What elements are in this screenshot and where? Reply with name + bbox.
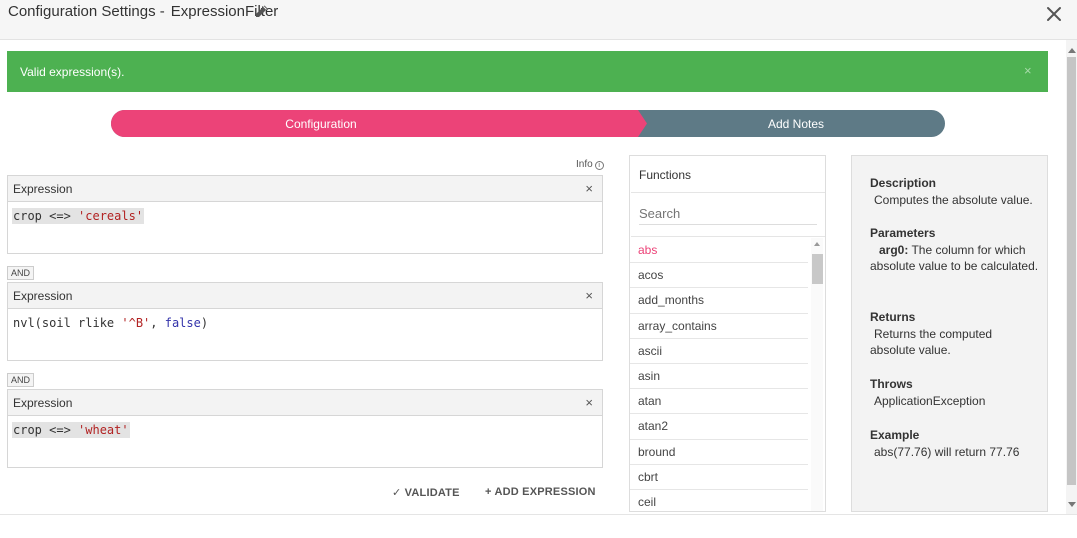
info-label: Info — [576, 159, 593, 170]
expression-code: nvl(soil rlike '^B', false) — [12, 315, 209, 331]
expression-header: Expression × — [8, 283, 602, 309]
scrollbar-thumb[interactable] — [1067, 57, 1076, 485]
throws-text: ApplicationException — [874, 393, 986, 408]
divider — [0, 514, 1077, 515]
parameters-section: Parameters arg0: The column for which ab… — [870, 225, 1040, 275]
step-configuration-label: Configuration — [285, 117, 357, 131]
expression-editor[interactable]: crop <=> 'wheat' — [8, 416, 602, 467]
and-operator[interactable]: AND — [7, 266, 35, 280]
scrollbar-thumb[interactable] — [812, 254, 823, 284]
throws-section: Throws ApplicationException — [870, 376, 1040, 409]
returns-text: Returns the computed absolute value. — [870, 326, 1040, 359]
expression-title: Expression — [13, 182, 73, 196]
returns-value: Returns the computed absolute value. — [870, 326, 993, 358]
add-expression-button[interactable]: + ADD EXPRESSION — [485, 486, 596, 498]
example-heading: Example — [870, 428, 920, 442]
functions-search — [631, 192, 825, 237]
functions-scrollbar[interactable] — [811, 238, 823, 511]
function-item-array-contains[interactable]: array_contains — [630, 314, 808, 339]
expression-title: Expression — [13, 289, 73, 303]
functions-list: abs acos add_months array_contains ascii asin… — [630, 238, 808, 511]
function-item-asin[interactable]: asin — [630, 364, 808, 390]
throws-heading: Throws — [870, 377, 913, 391]
and-operator[interactable]: AND — [7, 373, 35, 387]
dialog-header: Configuration Settings - ExpressionFilter — [0, 0, 1077, 40]
returns-section: Returns Returns the computed absolute va… — [870, 309, 1040, 359]
expression-editor[interactable]: nvl(soil rlike '^B', false) — [8, 309, 602, 360]
code-token: , — [150, 316, 165, 330]
function-item-acos[interactable]: acos — [630, 263, 808, 289]
functions-panel: Functions absacosadd_monthsarray_contain… — [629, 155, 826, 512]
functions-title: Functions — [639, 168, 692, 182]
function-item-ceil[interactable]: ceil — [630, 490, 808, 511]
example-section: Example abs(77.76) will return 77.76 — [870, 427, 1040, 460]
function-item-bround[interactable]: bround — [630, 440, 808, 465]
step-add-notes-label: Add Notes — [767, 117, 825, 131]
remove-expression-icon[interactable]: × — [585, 288, 593, 303]
expression-editor[interactable]: crop <=> 'cereals' — [8, 202, 602, 253]
info-icon: i — [594, 161, 604, 170]
remove-expression-icon[interactable]: × — [585, 181, 593, 196]
pencil-icon[interactable] — [255, 4, 269, 18]
alert-close-icon[interactable]: × — [1024, 63, 1032, 78]
code-string: 'cereals' — [78, 209, 144, 223]
dialog-title-label: Configuration Settings - — [8, 3, 165, 20]
function-description-panel: Description Computes the absolute value.… — [851, 155, 1048, 512]
function-item-ascii[interactable]: ascii — [630, 339, 808, 364]
code-string: '^B' — [121, 316, 151, 330]
scroll-up-icon[interactable] — [814, 242, 820, 246]
expression-code: crop <=> 'cereals' — [12, 208, 145, 224]
alert-message: Valid expression(s). — [20, 65, 125, 79]
function-item-add-months[interactable]: add_months — [630, 288, 808, 314]
scroll-down-icon[interactable] — [1068, 502, 1076, 507]
function-item-cbrt[interactable]: cbrt — [630, 465, 808, 490]
code-boolean: false — [164, 316, 201, 330]
close-icon[interactable] — [1045, 5, 1063, 23]
param-name: arg0: — [879, 242, 909, 257]
code-token: crop <=> — [13, 423, 79, 437]
returns-heading: Returns — [870, 310, 916, 324]
search-input[interactable] — [639, 203, 817, 225]
description-section: Description Computes the absolute value. — [870, 175, 1040, 208]
validate-button[interactable]: ✓ VALIDATE — [392, 486, 460, 499]
expression-header: Expression × — [8, 390, 602, 416]
parameters-text: arg0: The column for which absolute valu… — [870, 242, 1040, 275]
expression-header: Expression × — [8, 176, 602, 202]
page-scrollbar[interactable] — [1066, 40, 1077, 514]
scroll-up-icon[interactable] — [1068, 48, 1076, 53]
code-token: crop <=> — [13, 209, 79, 223]
expression-card: Expression × nvl(soil rlike '^B', false) — [7, 282, 603, 361]
validation-alert: Valid expression(s). × — [7, 51, 1048, 92]
expression-card: Expression × crop <=> 'cereals' — [7, 175, 603, 254]
function-item-atan[interactable]: atan — [630, 389, 808, 415]
code-token: ) — [200, 316, 209, 330]
remove-expression-icon[interactable]: × — [585, 395, 593, 410]
description-heading: Description — [870, 176, 937, 190]
expression-code: crop <=> 'wheat' — [12, 422, 130, 438]
info-link[interactable]: Info i — [576, 159, 604, 170]
description-text: Computes the absolute value. — [874, 192, 1033, 207]
stepper: Configuration Add Notes — [111, 110, 945, 137]
function-item-atan2[interactable]: atan2 — [630, 414, 808, 440]
expression-title: Expression — [13, 396, 73, 410]
code-token: nvl(soil rlike — [13, 316, 122, 330]
function-item-abs[interactable]: abs — [630, 238, 808, 264]
parameters-heading: Parameters — [870, 226, 936, 240]
example-text: abs(77.76) will return 77.76 — [874, 444, 1020, 459]
code-string: 'wheat' — [78, 423, 129, 437]
expression-card: Expression × crop <=> 'wheat' — [7, 389, 603, 468]
dialog-title: Configuration Settings - ExpressionFilter — [8, 3, 278, 20]
